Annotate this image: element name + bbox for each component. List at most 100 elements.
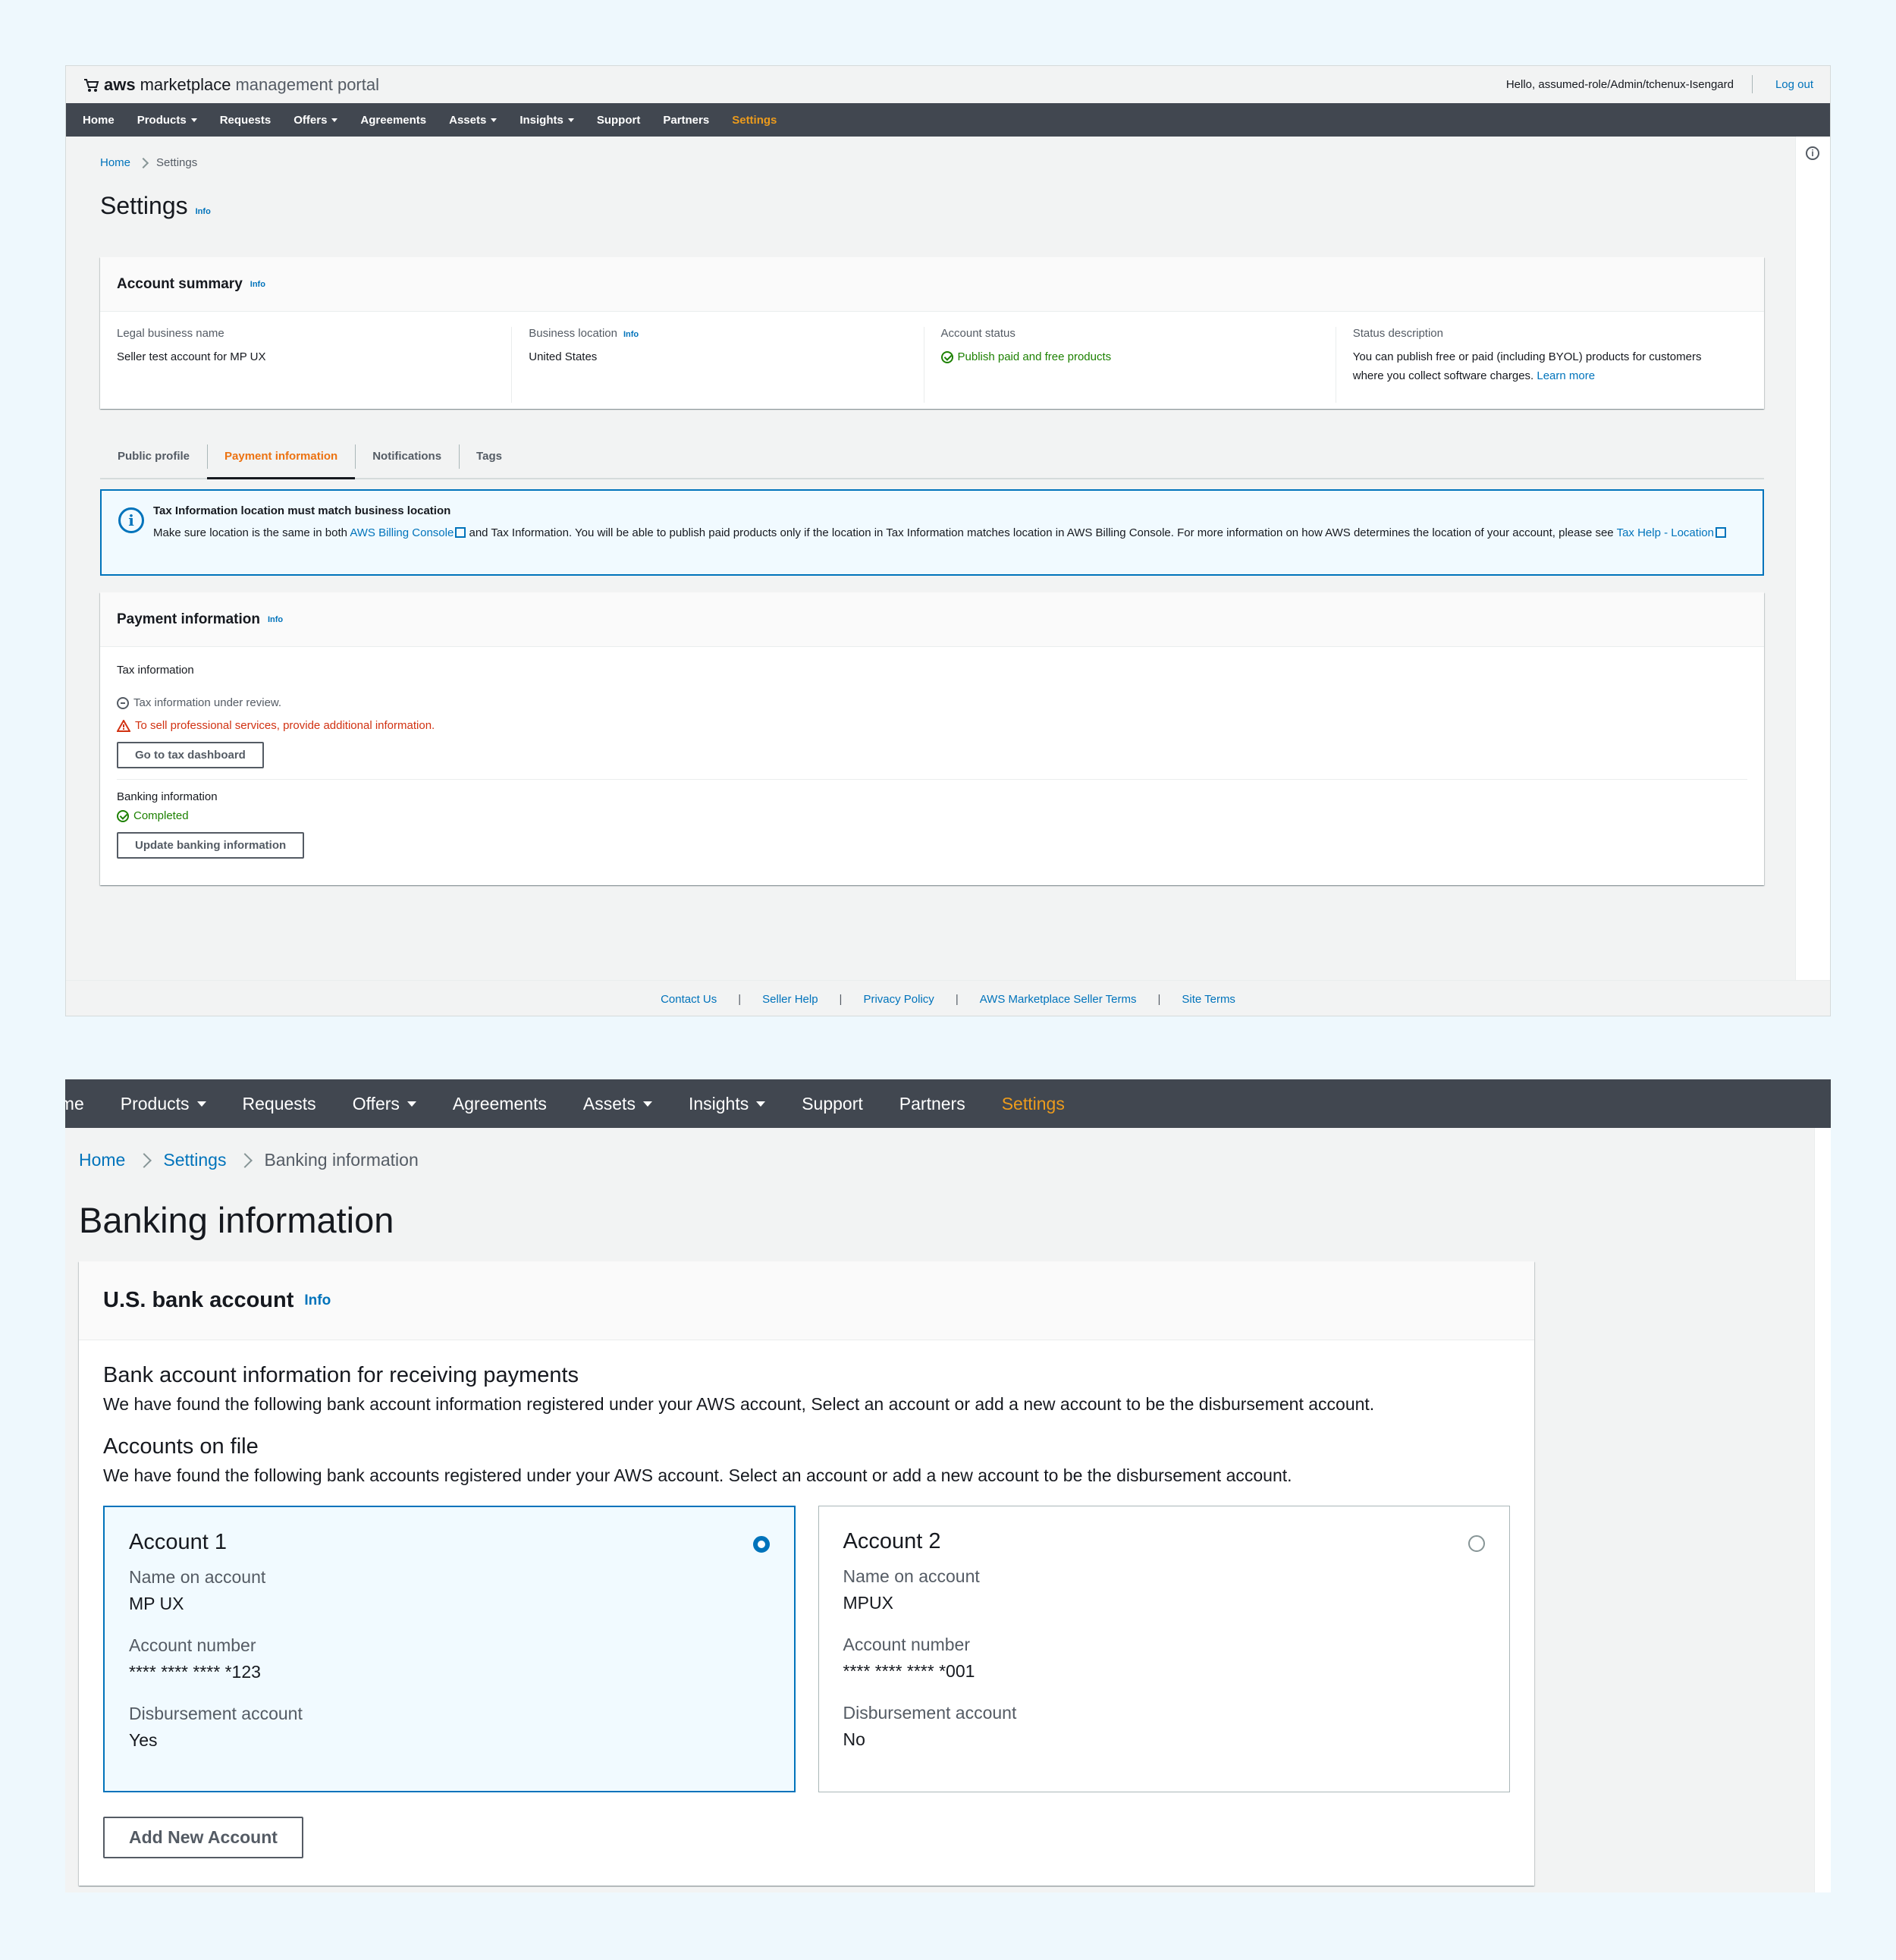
alert-text: Make sure location is the same in both [153, 526, 347, 539]
tab-public-profile[interactable]: Public profile [100, 434, 207, 478]
nav-settings[interactable]: Settings [732, 114, 777, 127]
nav-label: Settings [1001, 1093, 1065, 1113]
breadcrumb-home[interactable]: Home [100, 156, 130, 169]
nav-assets[interactable]: Assets [449, 113, 498, 127]
info-link[interactable]: Info [623, 330, 639, 339]
tab-notifications[interactable]: Notifications [355, 434, 459, 478]
account-radio[interactable] [752, 1536, 770, 1553]
tax-review-status: Tax information under review. [117, 696, 1747, 709]
business-location-value: United States [529, 350, 598, 363]
nav-home[interactable]: ome [65, 1094, 84, 1114]
info-icon[interactable]: i [1806, 146, 1819, 160]
aws-marketplace-logo[interactable]: aws marketplace management portal [83, 74, 379, 95]
account-number-value: **** **** **** *001 [843, 1661, 975, 1681]
nav-products[interactable]: Products [137, 114, 197, 127]
breadcrumb-current: Settings [156, 156, 198, 169]
nav-assets[interactable]: Assets [583, 1094, 652, 1114]
caret-down-icon [190, 118, 197, 122]
breadcrumb-home[interactable]: Home [79, 1150, 125, 1170]
nav-support[interactable]: Support [597, 114, 641, 127]
nav-label: Offers [294, 113, 328, 127]
account-tile-1[interactable]: Account 1 Name on account MP UX Account … [103, 1506, 796, 1792]
status-description-column: Status description You can publish free … [1353, 327, 1747, 403]
chevron-right-icon [137, 157, 149, 168]
page-title: Settings Info [100, 192, 211, 220]
learn-more-link[interactable]: Learn more [1537, 369, 1595, 382]
nav-products[interactable]: Products [121, 1094, 206, 1114]
status-text: Tax information under review. [133, 696, 282, 709]
tax-warning-status: To sell professional services, provide a… [117, 719, 1747, 732]
status-description-value: You can publish free or paid (including … [1353, 347, 1732, 385]
billing-console-link[interactable]: AWS Billing Console [350, 526, 466, 539]
alert-body: Make sure location is the same in both A… [153, 523, 1746, 542]
breadcrumb: Home Settings Banking information [79, 1150, 419, 1170]
help-panel-rail [1814, 1128, 1831, 1892]
nav-offers[interactable]: Offers [294, 113, 338, 127]
status-text: To sell professional services, provide a… [135, 719, 435, 732]
footer-separator: | [1157, 992, 1161, 1006]
footer-seller-terms[interactable]: AWS Marketplace Seller Terms [980, 993, 1137, 1006]
settings-screenshot: aws marketplace management portal Hello,… [65, 65, 1831, 1016]
footer-site-terms[interactable]: Site Terms [1182, 993, 1235, 1006]
banking-status: Completed [117, 809, 1747, 822]
cart-logo-icon [84, 79, 99, 92]
page-title: Banking information [79, 1200, 394, 1240]
nav-agreements[interactable]: Agreements [453, 1094, 547, 1114]
nav-partners[interactable]: Partners [663, 114, 709, 127]
account-title: Account 1 [129, 1530, 227, 1554]
logout-link[interactable]: Log out [1775, 78, 1813, 91]
payment-information-card: Payment information Info Tax information… [100, 592, 1764, 885]
tax-location-alert: i Tax Information location must match bu… [100, 489, 1764, 576]
footer-contact-us[interactable]: Contact Us [661, 993, 717, 1006]
payment-body: Tax information Tax information under re… [100, 647, 1764, 859]
nav-insights[interactable]: Insights [689, 1094, 766, 1114]
summary-columns: Legal business name Seller test account … [100, 312, 1764, 403]
go-to-tax-dashboard-button[interactable]: Go to tax dashboard [117, 742, 264, 768]
footer-separator: | [839, 992, 843, 1006]
nav-label: Offers [352, 1093, 400, 1113]
pending-icon [117, 696, 129, 709]
footer-seller-help[interactable]: Seller Help [762, 993, 818, 1006]
tab-payment-information[interactable]: Payment information [207, 434, 356, 479]
info-link[interactable]: Info [268, 615, 283, 624]
breadcrumb-settings[interactable]: Settings [163, 1150, 226, 1170]
footer-separator: | [738, 992, 742, 1006]
nav-agreements[interactable]: Agreements [360, 114, 426, 127]
account-number-value: **** **** **** *123 [129, 1662, 261, 1682]
field-label: Account number [129, 1635, 256, 1655]
chevron-right-icon [137, 1152, 152, 1168]
disbursement-value: No [843, 1729, 865, 1749]
nav-requests[interactable]: Requests [220, 114, 272, 127]
info-link[interactable]: Info [250, 280, 265, 289]
update-banking-button[interactable]: Update banking information [117, 832, 305, 859]
portal-header: aws marketplace management portal Hello,… [66, 66, 1830, 103]
account-radio[interactable] [1468, 1535, 1485, 1552]
field-label: Legal business name [117, 327, 224, 340]
footer: Contact Us | Seller Help | Privacy Polic… [66, 980, 1830, 1016]
account-status-value: Publish paid and free products [940, 347, 1320, 366]
breadcrumb-current: Banking information [264, 1150, 419, 1170]
nav-settings[interactable]: Settings [1002, 1094, 1065, 1114]
nav-requests[interactable]: Requests [243, 1094, 316, 1114]
caret-down-icon [642, 1101, 652, 1107]
breadcrumb: Home Settings [100, 156, 197, 169]
footer-privacy-policy[interactable]: Privacy Policy [863, 993, 934, 1006]
nav-label: Assets [449, 113, 487, 127]
nav-insights[interactable]: Insights [520, 114, 574, 127]
account-tile-2[interactable]: Account 2 Name on account MPUX Account n… [818, 1506, 1510, 1792]
section-description: We have found the following bank account… [103, 1394, 1375, 1414]
status-description-text: You can publish free or paid (including … [1352, 350, 1702, 382]
tab-tags[interactable]: Tags [459, 434, 520, 478]
tax-help-link[interactable]: Tax Help - Location [1617, 526, 1726, 539]
brand-rest: management portal [235, 75, 379, 94]
nav-partners[interactable]: Partners [899, 1094, 965, 1114]
info-link[interactable]: Info [304, 1293, 331, 1309]
nav-home[interactable]: Home [83, 114, 115, 127]
nav-label: Support [802, 1093, 863, 1113]
bank-account-card: U.S. bank account Info Bank account info… [79, 1261, 1534, 1886]
add-new-account-button[interactable]: Add New Account [103, 1817, 303, 1858]
nav-support[interactable]: Support [802, 1094, 863, 1114]
info-link[interactable]: Info [196, 207, 211, 216]
card-title: U.S. bank account [103, 1288, 294, 1312]
nav-offers[interactable]: Offers [353, 1094, 416, 1114]
